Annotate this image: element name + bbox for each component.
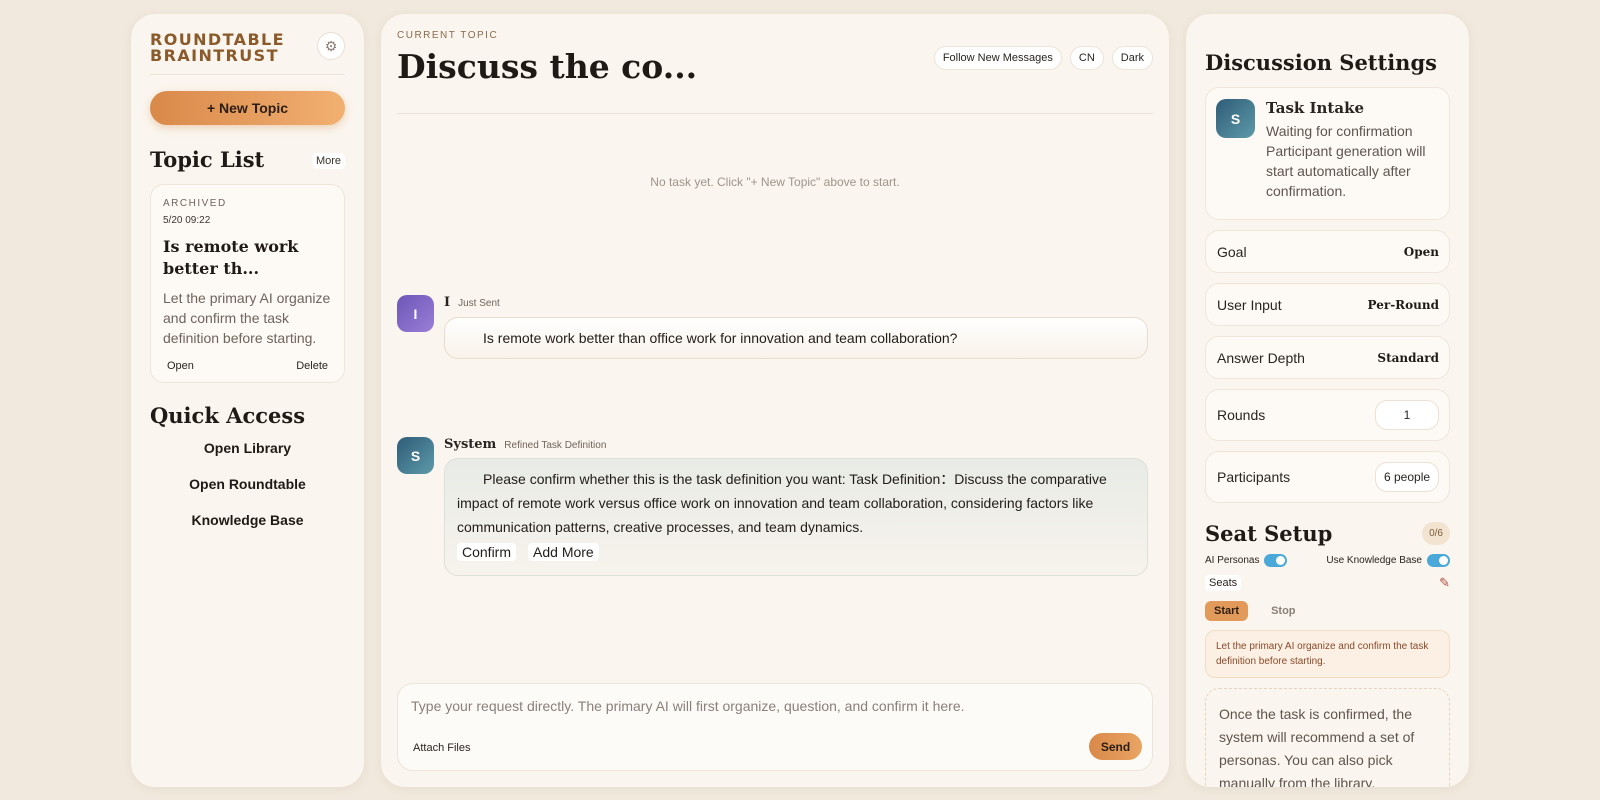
avatar-system: S: [1216, 99, 1255, 138]
message-bubble: Is remote work better than office work f…: [444, 317, 1148, 359]
goal-value: Open: [1403, 244, 1439, 259]
message-input[interactable]: [411, 698, 1138, 714]
add-more-button[interactable]: Add More: [528, 543, 599, 561]
settings-button[interactable]: ⚙: [317, 32, 345, 60]
gear-icon: ⚙: [324, 37, 338, 54]
goal-label: Goal: [1217, 243, 1247, 260]
brand-row: ROUNDTABLE BRAINTRUST ⚙: [150, 32, 345, 75]
intake-text: Waiting for confirmation Participant gen…: [1266, 123, 1426, 199]
user-input-setting[interactable]: User Input Per-Round: [1205, 283, 1450, 326]
knowledge-base-toggle[interactable]: [1427, 554, 1450, 567]
topic-date: 5/20 09:22: [163, 215, 211, 226]
follow-messages-button[interactable]: Follow New Messages: [933, 46, 1062, 70]
topic-open-button[interactable]: Open: [167, 360, 194, 372]
ai-personas-label: AI Personas: [1205, 555, 1260, 566]
seats-label: Seats: [1205, 575, 1242, 591]
user-input-value: Per-Round: [1367, 297, 1439, 312]
confirm-button[interactable]: Confirm: [457, 543, 517, 561]
open-roundtable-link[interactable]: Open Roundtable: [150, 476, 345, 492]
message-bubble: Please confirm whether this is the task …: [444, 458, 1148, 576]
composer: Attach Files Send: [397, 683, 1153, 771]
participants-setting: Participants 6 people: [1205, 451, 1450, 503]
new-topic-button[interactable]: + New Topic: [150, 91, 345, 125]
avatar-system: S: [397, 437, 434, 474]
seat-hint: Let the primary AI organize and confirm …: [1205, 630, 1450, 678]
seat-setup-header: Seat Setup 0/6: [1205, 521, 1450, 546]
goal-setting[interactable]: Goal Open: [1205, 230, 1450, 273]
message-text: Is remote work better than office work f…: [483, 330, 958, 346]
ai-personas-toggle[interactable]: [1264, 554, 1288, 567]
message-text: Please confirm whether this is the task …: [457, 471, 1107, 535]
user-input-label: User Input: [1217, 296, 1282, 313]
avatar-user: I: [397, 295, 434, 332]
seat-toggles: AI Personas Use Knowledge Base: [1205, 554, 1450, 567]
current-topic-label: CURRENT TOPIC: [397, 30, 499, 41]
message-meta: System Refined Task Definition: [444, 437, 606, 452]
topic-delete-button[interactable]: Delete: [296, 360, 328, 372]
message-author: I: [444, 295, 451, 310]
feather-icon[interactable]: ✎: [1439, 575, 1450, 591]
knowledge-base-link[interactable]: Knowledge Base: [150, 512, 345, 528]
intake-title: Task Intake: [1266, 99, 1365, 117]
message-system: S System Refined Task Definition Please …: [397, 437, 1148, 597]
brand-line-2: BRAINTRUST: [150, 46, 279, 65]
rounds-label: Rounds: [1217, 407, 1266, 423]
message-author: System: [444, 437, 497, 452]
topic-title: Is remote work better th...: [163, 237, 299, 278]
topic-list-title: Topic List: [150, 147, 265, 172]
sidebar: ROUNDTABLE BRAINTRUST ⚙ + New Topic Topi…: [131, 14, 364, 787]
participants-input[interactable]: 6 people: [1375, 462, 1439, 492]
persona-placeholder: Once the task is confirmed, the system w…: [1205, 688, 1450, 787]
ai-personas-toggle-group: AI Personas: [1205, 554, 1288, 567]
seats-row: Seats ✎: [1205, 575, 1450, 591]
answer-depth-setting[interactable]: Answer Depth Standard: [1205, 336, 1450, 379]
message-tag: Refined Task Definition: [504, 440, 607, 451]
rounds-setting: Rounds 1: [1205, 389, 1450, 441]
language-button[interactable]: CN: [1069, 46, 1104, 70]
task-intake-card: S Task Intake Waiting for confirmation P…: [1205, 87, 1450, 220]
attach-files-button[interactable]: Attach Files: [413, 742, 470, 754]
stop-button[interactable]: Stop: [1262, 601, 1304, 621]
theme-button[interactable]: Dark: [1111, 46, 1153, 70]
topic-card[interactable]: ARCHIVED 5/20 09:22 Is remote work bette…: [150, 184, 345, 383]
settings-panel: Discussion Settings S Task Intake Waitin…: [1186, 14, 1469, 787]
message-user: I I Just Sent Is remote work better than…: [397, 295, 1148, 365]
open-library-link[interactable]: Open Library: [150, 440, 345, 456]
topic-actions: Open Delete: [163, 360, 332, 372]
rounds-input[interactable]: 1: [1375, 400, 1439, 430]
seat-actions: Start Stop: [1205, 601, 1450, 621]
knowledge-base-toggle-group: Use Knowledge Base: [1326, 554, 1450, 567]
send-button[interactable]: Send: [1089, 733, 1142, 760]
discussion-panel: CURRENT TOPIC Discuss the co... Follow N…: [381, 14, 1169, 787]
answer-depth-value: Standard: [1377, 350, 1439, 365]
more-link[interactable]: More: [311, 153, 345, 169]
knowledge-base-label: Use Knowledge Base: [1326, 555, 1422, 566]
discussion-header: CURRENT TOPIC Discuss the co... Follow N…: [397, 30, 1153, 114]
brand-logo: ROUNDTABLE BRAINTRUST: [150, 32, 285, 64]
settings-title: Discussion Settings: [1205, 50, 1437, 75]
seat-count-badge: 0/6: [1422, 522, 1450, 545]
message-actions: Confirm Add More: [457, 543, 1135, 561]
topic-description: Let the primary AI organize and confirm …: [163, 290, 331, 346]
message-tag: Just Sent: [458, 298, 500, 309]
participants-label: Participants: [1217, 469, 1291, 485]
topic-list-header: Topic List More: [150, 147, 345, 172]
message-meta: I Just Sent: [444, 295, 500, 310]
answer-depth-label: Answer Depth: [1217, 349, 1305, 366]
header-buttons: Follow New Messages CN Dark: [933, 46, 1153, 70]
start-button[interactable]: Start: [1205, 601, 1249, 621]
quick-access-title: Quick Access: [150, 403, 306, 428]
seat-setup-title: Seat Setup: [1205, 521, 1333, 546]
empty-state-note: No task yet. Click "+ New Topic" above t…: [650, 175, 900, 189]
topic-status: ARCHIVED: [163, 198, 227, 209]
